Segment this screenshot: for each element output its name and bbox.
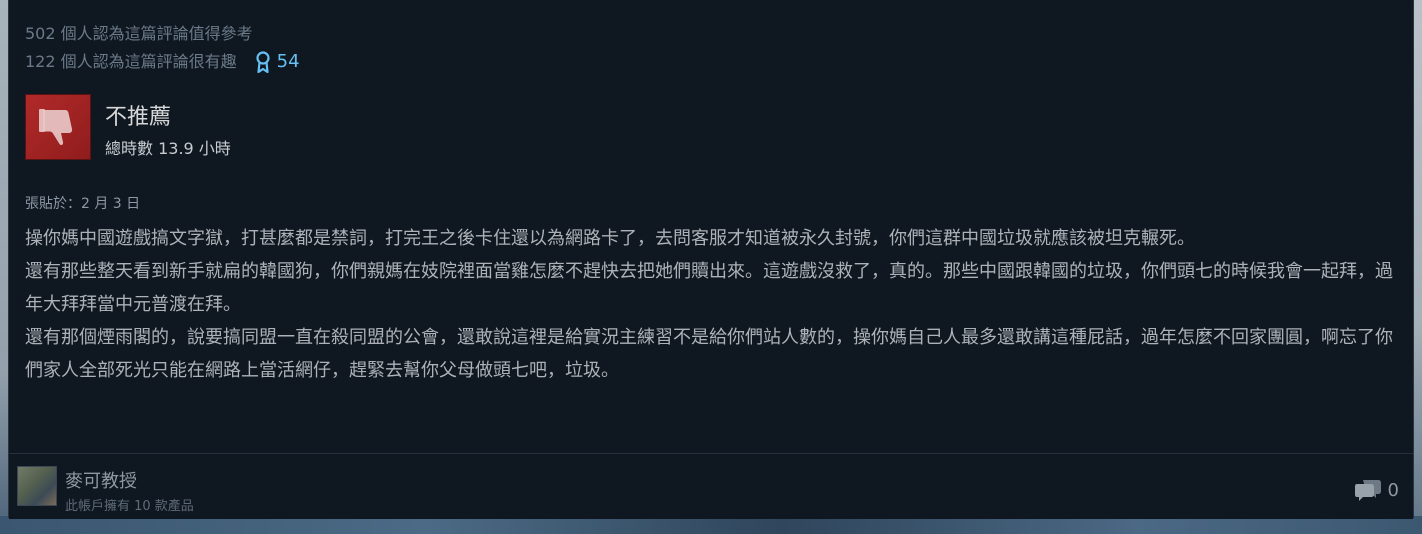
thumbs-down-icon (39, 109, 73, 146)
comment-count: 0 (1387, 479, 1399, 501)
review-verdict[interactable]: 不推薦 總時數 13.9 小時 (25, 94, 231, 160)
review-paragraph: 還有那個煙雨閣的，說要搞同盟一直在殺同盟的公會，還敢說這裡是給實況主練習不是給你… (25, 327, 1393, 381)
award-count: 54 (276, 51, 300, 72)
review-content: 操你媽中國遊戲搞文字獄，打甚麼都是禁詞，打完王之後卡住還以為網路卡了，去問客服才… (25, 222, 1410, 387)
useful-count-text: 502 個人認為這篇評論值得參考 (25, 24, 253, 43)
left-background (0, 0, 8, 534)
award-ribbon-icon (256, 51, 270, 73)
award-badge[interactable]: 54 (255, 48, 300, 76)
review-card: 502 個人認為這篇評論值得參考 122 個人認為這篇評論很有趣 54 不推薦 … (8, 0, 1414, 519)
verdict-text-block: 不推薦 總時數 13.9 小時 (105, 94, 231, 159)
owned-products-text: 此帳戶擁有 10 款產品 (65, 499, 194, 514)
helpful-summary: 502 個人認為這篇評論值得參考 122 個人認為這篇評論很有趣 54 (25, 20, 300, 76)
review-footer: 麥可教授 此帳戶擁有 10 款產品 0 (9, 453, 1413, 519)
comment-bubble-icon (1354, 480, 1381, 501)
comments-button[interactable]: 0 (1354, 478, 1399, 502)
posted-date: 張貼於：2 月 3 日 (25, 196, 141, 212)
review-paragraph: 還有那些整天看到新手就扁的韓國狗，你們親媽在妓院裡面當雞怎麼不趕快去把她們贖出來… (25, 261, 1393, 315)
avatar[interactable] (17, 466, 57, 506)
playtime-hours: 總時數 13.9 小時 (105, 139, 231, 158)
author-name[interactable]: 麥可教授 (65, 467, 137, 493)
verdict-title: 不推薦 (105, 105, 172, 130)
funny-count-text: 122 個人認為這篇評論很有趣 (25, 52, 237, 71)
thumbs-down-badge (25, 94, 91, 160)
review-paragraph: 操你媽中國遊戲搞文字獄，打甚麼都是禁詞，打完王之後卡住還以為網路卡了，去問客服才… (25, 228, 1195, 249)
funny-row: 122 個人認為這篇評論很有趣 54 (25, 48, 300, 76)
